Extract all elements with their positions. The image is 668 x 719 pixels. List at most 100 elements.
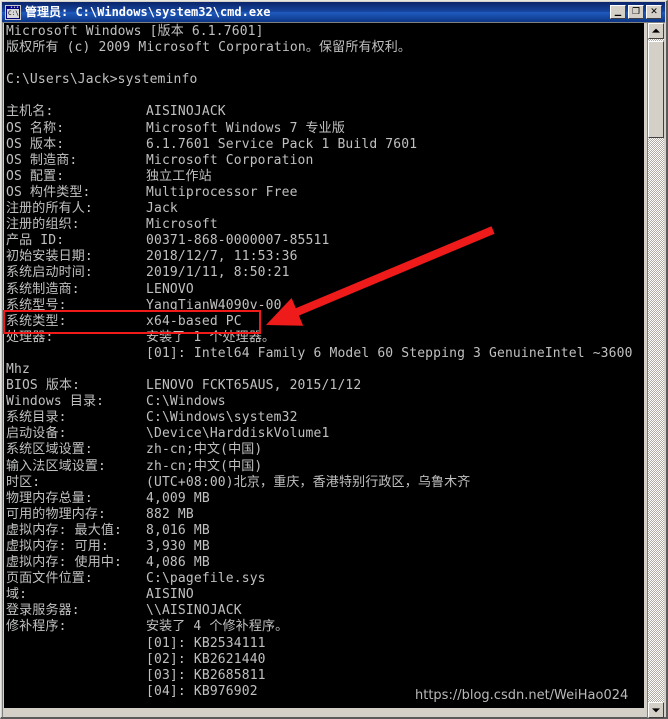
console-line-value: 00371-868-0000007-85511 — [146, 233, 330, 249]
console-line: Microsoft Windows [版本 6.1.7601] — [6, 24, 633, 40]
console-line-value: Microsoft Windows 7 专业版 — [146, 120, 345, 136]
console-line-label: 初始安装日期: — [6, 249, 93, 265]
console-line: OS 版本: 6.1.7601 Service Pack 1 Build 7601 — [6, 137, 633, 153]
console-line-label: OS 版本: — [6, 136, 65, 152]
console-line-label: Microsoft Windows [版本 6.1.7601] — [6, 24, 264, 39]
console-line: 系统目录: C:\Windows\system32 — [6, 410, 633, 426]
console-line: 启动设备: \Device\HarddiskVolume1 — [6, 426, 633, 442]
console-line-label: BIOS 版本: — [6, 378, 81, 394]
console-line-value: 8,016 MB — [146, 522, 210, 538]
window-title: 管理员: C:\Windows\system32\cmd.exe — [25, 5, 271, 19]
console-output: Microsoft Windows [版本 6.1.7601] 版权所有 (c) … — [6, 24, 633, 708]
console-line: 系统制造商: LENOVO — [6, 282, 633, 298]
console-line-label: Mhz — [6, 361, 30, 377]
console-line-label: 系统制造商: — [6, 281, 80, 297]
console-line-value: LENOVO FCKT65AUS, 2015/1/12 — [146, 378, 362, 394]
scrollbar-thumb[interactable] — [648, 41, 664, 138]
console-line: 物理内存总量: 4,009 MB — [6, 491, 633, 507]
console-line-label: 可用的物理内存: — [6, 506, 107, 522]
console-line-label: 注册的所有人: — [6, 201, 93, 217]
close-button[interactable]: ✕ — [646, 5, 662, 19]
console-line: 修补程序: 安装了 4 个修补程序。 — [6, 619, 633, 635]
console-line: OS 制造商: Microsoft Corporation — [6, 153, 633, 169]
console-line-label: 注册的组织: — [6, 217, 80, 233]
console-line-value: 6.1.7601 Service Pack 1 Build 7601 — [146, 136, 418, 152]
console-line: OS 名称: Microsoft Windows 7 专业版 — [6, 121, 633, 137]
console-line: [01]: Intel64 Family 6 Model 60 Stepping… — [6, 346, 633, 362]
console-line: OS 构件类型: Multiprocessor Free — [6, 185, 633, 201]
console-line-label: 系统类型: — [6, 313, 67, 329]
console-line: [02]: KB2621440 — [6, 652, 633, 668]
console-line: 主机名: AISINOJACK — [6, 104, 633, 120]
console-line-value: C:\pagefile.sys — [146, 571, 266, 587]
console-line-value: 安装了 1 个处理器。 — [146, 329, 276, 345]
console-line-label: 处理器: — [6, 329, 54, 345]
console-line-label: 页面文件位置: — [6, 571, 93, 587]
console-line-label: 输入法区域设置: — [6, 458, 107, 474]
icon-prompt-glyph: C:\ — [7, 8, 19, 18]
maximize-icon: ❐ — [631, 7, 641, 17]
console-line-label: 虚拟内存: 使用中: — [6, 555, 122, 571]
console-line: BIOS 版本: LENOVO FCKT65AUS, 2015/1/12 — [6, 378, 633, 394]
minimize-button[interactable]: _ — [610, 2, 626, 19]
minimize-icon: _ — [614, 2, 622, 17]
console-line-label — [6, 88, 14, 103]
console-line — [6, 56, 633, 72]
console-line: 产品 ID: 00371-868-0000007-85511 — [6, 233, 633, 249]
console-line-label: Windows 目录: — [6, 394, 105, 410]
scroll-up-button[interactable] — [648, 23, 664, 39]
maximize-button[interactable]: ❐ — [628, 5, 644, 19]
console-line-value: [03]: KB2685811 — [146, 667, 266, 683]
console-line-value: C:\Windows — [146, 394, 226, 410]
scroll-down-button[interactable] — [648, 702, 664, 718]
console-line: 登录服务器: \\AISINOJACK — [6, 603, 633, 619]
console-line: 系统启动时间: 2019/1/11, 8:50:21 — [6, 265, 633, 281]
console-line-label: OS 构件类型: — [6, 184, 91, 200]
console-line-value: YangTianW4090v-00 — [146, 297, 282, 313]
console-line: 域: AISINO — [6, 587, 633, 603]
cmd-console-icon[interactable]: ••• C:\ — [5, 4, 21, 20]
console-line-label: 虚拟内存: 最大值: — [6, 522, 122, 538]
console-line: [03]: KB2685811 — [6, 668, 633, 684]
console-line-value: LENOVO — [146, 281, 194, 297]
chevron-down-icon — [652, 708, 660, 713]
console-line — [6, 88, 633, 104]
console-line: 系统型号: YangTianW4090v-00 — [6, 298, 633, 314]
console-line: 版权所有 (c) 2009 Microsoft Corporation。保留所有… — [6, 40, 633, 56]
title-bar[interactable]: ••• C:\ 管理员: C:\Windows\system32\cmd.exe… — [2, 2, 665, 22]
console-line: C:\Users\Jack>systeminfo — [6, 72, 633, 88]
chevron-up-icon — [652, 28, 660, 33]
console-line: Windows 目录: C:\Windows — [6, 394, 633, 410]
console-line-label — [6, 700, 14, 708]
console-line-value: Jack — [146, 201, 178, 217]
console-line-label: 登录服务器: — [6, 603, 80, 619]
console-line-label: 主机名: — [6, 104, 54, 120]
console-line-value: 2018/12/7, 11:53:36 — [146, 249, 298, 265]
console-line: Mhz — [6, 362, 633, 378]
console-line-value: (UTC+08:00)北京，重庆，香港特别行政区，乌鲁木齐 — [146, 474, 471, 490]
console-line-label: C:\Users\Jack>systeminfo — [6, 72, 198, 88]
console-client-area: Microsoft Windows [版本 6.1.7601] 版权所有 (c) … — [2, 22, 665, 718]
console-line-label: 系统型号: — [6, 297, 67, 313]
console-line-value: [01]: KB2534111 — [146, 635, 266, 651]
console-line-value: Microsoft — [146, 217, 218, 233]
console-line-value: Multiprocessor Free — [146, 184, 298, 200]
console-line: OS 配置: 独立工作站 — [6, 169, 633, 185]
console-line-value: 4,009 MB — [146, 490, 210, 506]
console-line-label: 域: — [6, 587, 28, 603]
console-line: 注册的所有人: Jack — [6, 201, 633, 217]
console-line-value: [02]: KB2621440 — [146, 651, 266, 667]
console-line: 处理器: 安装了 1 个处理器。 — [6, 330, 633, 346]
console-line-label: 启动设备: — [6, 426, 67, 442]
console-line-value: 2019/1/11, 8:50:21 — [146, 265, 290, 281]
close-icon: ✕ — [650, 7, 658, 17]
console-line-value: \Device\HarddiskVolume1 — [146, 426, 330, 442]
console-line-value: zh-cn;中文(中国) — [146, 458, 263, 474]
console-line: 可用的物理内存: 882 MB — [6, 507, 633, 523]
cmd-window: ••• C:\ 管理员: C:\Windows\system32\cmd.exe… — [0, 0, 668, 719]
vertical-scrollbar[interactable] — [647, 23, 664, 718]
console-line-label: 系统目录: — [6, 410, 67, 426]
watermark: https://blog.csdn.net/WeiHao024 — [415, 688, 629, 703]
console-screen[interactable]: Microsoft Windows [版本 6.1.7601] 版权所有 (c) … — [4, 23, 644, 708]
console-line-label — [6, 56, 14, 71]
